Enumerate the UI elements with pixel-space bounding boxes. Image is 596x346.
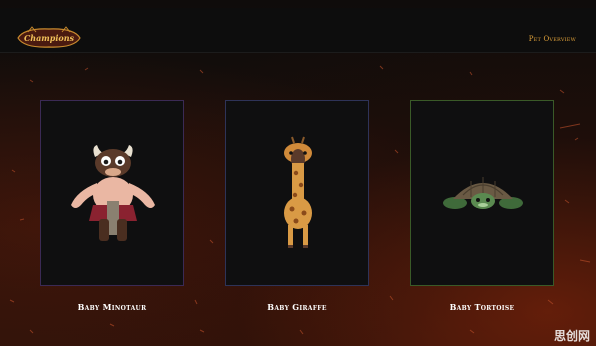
top-navigation-bar: Champions Pet Overview (0, 8, 596, 53)
svg-text:Champions: Champions (24, 33, 75, 43)
baby-tortoise-image (443, 177, 523, 209)
pet-card-baby-tortoise[interactable] (410, 100, 554, 286)
pet-card-baby-giraffe[interactable] (225, 100, 369, 286)
baby-minotaur-image (71, 145, 155, 241)
pet-name-baby-minotaur: Baby Minotaur (77, 302, 147, 312)
pet-name-baby-tortoise: Baby Tortoise (449, 302, 515, 312)
pet-card-baby-minotaur[interactable] (40, 100, 184, 286)
site-watermark: 思创网 (553, 329, 590, 343)
nav-pet-overview[interactable]: Pet Overview (529, 35, 576, 43)
baby-giraffe-image (284, 136, 312, 248)
champions-logo[interactable]: Champions (14, 24, 84, 52)
pet-name-baby-giraffe: Baby Giraffe (267, 302, 327, 312)
